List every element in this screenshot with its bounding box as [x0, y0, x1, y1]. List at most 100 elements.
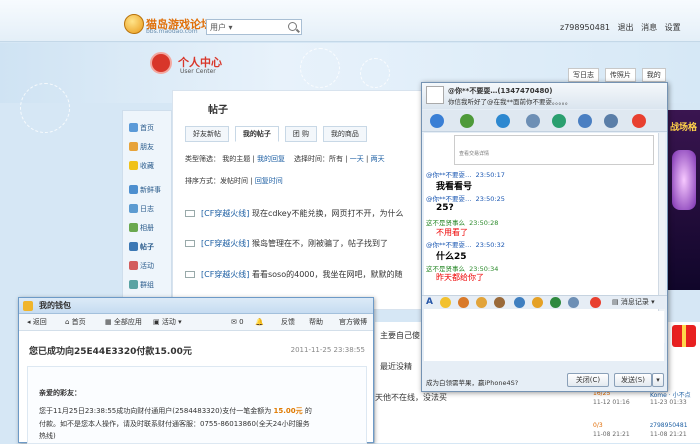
- sidebar-item-blog[interactable]: 日志: [129, 204, 154, 214]
- post-fragment[interactable]: 天他不在线，没法买: [375, 392, 447, 403]
- all-apps-button[interactable]: ▦ 全部应用: [105, 314, 142, 330]
- feedback-button[interactable]: 反馈: [281, 314, 295, 330]
- video-icon[interactable]: [430, 114, 444, 128]
- blog-icon: [129, 204, 138, 213]
- wallet-icon: [23, 301, 33, 311]
- payment-line-3: 热线): [39, 432, 56, 440]
- sort-post-time[interactable]: 发帖时间: [220, 177, 248, 185]
- app-icon[interactable]: [552, 114, 566, 128]
- settings-link[interactable]: 设置: [665, 23, 681, 32]
- write-blog-button[interactable]: 写日志: [568, 68, 599, 82]
- game-ad[interactable]: 战场格: [668, 110, 700, 290]
- home-icon: [129, 123, 138, 132]
- back-button[interactable]: ◂ 返回: [27, 314, 47, 330]
- sidebar-item-groups[interactable]: 群组: [129, 280, 154, 290]
- top-bar: 猫岛游戏论坛 bbs.maodao.com 用户 ▾ z798950481 退出…: [0, 0, 700, 42]
- bell-icon[interactable]: 🔔: [255, 314, 264, 330]
- sidebar-item-friends[interactable]: 朋友: [129, 142, 154, 152]
- sidebar: 首页 朋友 收藏 新鲜事 日志 相册 帖子 活动 群组: [122, 110, 172, 310]
- post-fragment[interactable]: 主要自己傻: [380, 330, 420, 341]
- tab-group-buy[interactable]: 团 购: [284, 126, 317, 142]
- search-icon[interactable]: [288, 22, 297, 31]
- chat-toolbar: [422, 110, 667, 132]
- pay-icon[interactable]: [590, 297, 601, 308]
- activity-icon: [129, 261, 138, 270]
- avatar[interactable]: [426, 86, 444, 104]
- file-icon[interactable]: [496, 114, 510, 128]
- logout-link[interactable]: 退出: [618, 23, 634, 32]
- music-icon[interactable]: [494, 297, 505, 308]
- search-type-select[interactable]: 用户 ▾: [210, 22, 233, 33]
- username-link[interactable]: z798950481: [560, 23, 610, 32]
- tab-my-goods[interactable]: 我的商品: [322, 126, 367, 142]
- gift-icon[interactable]: [672, 325, 696, 347]
- time-two-days[interactable]: 两天: [371, 155, 385, 163]
- gift-send-icon[interactable]: [476, 297, 487, 308]
- image-icon[interactable]: [514, 297, 525, 308]
- help-button[interactable]: 帮助: [309, 314, 323, 330]
- close-button[interactable]: 关闭(C): [567, 373, 609, 387]
- sidebar-item-news[interactable]: 新鲜事: [129, 185, 161, 195]
- settings-icon[interactable]: [604, 114, 618, 128]
- chat-header[interactable]: @你**不要耍…(1347470480) 你信我听好了@在我**面前你不要耍。。…: [422, 83, 667, 109]
- list-item[interactable]: [CF穿越火线] 现在cdkey不能兑换，网页打不开，为什么: [185, 208, 403, 219]
- post-fragment[interactable]: 最近没精: [380, 361, 412, 372]
- filter-my-replies[interactable]: 我的回复: [257, 155, 285, 163]
- message-count[interactable]: ✉ 0: [231, 314, 244, 330]
- home-button[interactable]: ⌂ 首页: [65, 314, 86, 330]
- screenshot-icon[interactable]: [550, 297, 561, 308]
- sort-reply-time[interactable]: 回复时间: [255, 177, 283, 185]
- payment-date: 2011-11-25 23:38:55: [290, 346, 365, 354]
- shake-icon[interactable]: [532, 297, 543, 308]
- messages-link[interactable]: 消息: [641, 23, 657, 32]
- font-icon[interactable]: A: [426, 297, 433, 307]
- voice-icon[interactable]: [460, 114, 474, 128]
- tab-my-posts[interactable]: 我的帖子: [234, 126, 279, 142]
- input-toolbar: A ▤ 消息记录 ▾: [422, 295, 667, 309]
- payment-body: [27, 366, 367, 444]
- message-input[interactable]: [424, 311, 664, 361]
- tab-friends-posts[interactable]: 好友新帖: [185, 126, 229, 142]
- wallet-titlebar[interactable]: 我的钱包: [19, 298, 373, 314]
- filter-my-topics[interactable]: 我的主题: [222, 155, 250, 163]
- send-button[interactable]: 发送(S): [614, 373, 652, 387]
- sidebar-item-posts[interactable]: 帖子: [129, 242, 154, 252]
- my-button[interactable]: 我的: [641, 68, 666, 82]
- wallet-window: 我的钱包 ◂ 返回 ⌂ 首页 ▦ 全部应用 ▣ 活动 ▾ ✉ 0 🔔 反馈 帮助…: [18, 297, 374, 444]
- user-bar: z798950481 退出 消息 设置: [560, 22, 686, 33]
- payment-line-1: 您于11月25日23:38:55成功向财付通用户(2584483320)支付一笔…: [39, 407, 312, 415]
- send-options-button[interactable]: ▾: [652, 373, 664, 387]
- site-logo[interactable]: 猫岛游戏论坛 bbs.maodao.com: [124, 14, 212, 36]
- time-one-day[interactable]: 一天: [350, 155, 364, 163]
- album-icon: [129, 223, 138, 232]
- message-history-button[interactable]: ▤ 消息记录 ▾: [612, 297, 655, 307]
- remote-icon[interactable]: [526, 114, 540, 128]
- payment-line-2: 付款。如不是您本人操作，请及时联系财付通客服：0755-86013860(全天2…: [39, 420, 310, 428]
- wallet-toolbar: ◂ 返回 ⌂ 首页 ▦ 全部应用 ▣ 活动 ▾ ✉ 0 🔔 反馈 帮助 官方微博: [19, 314, 373, 331]
- logo-monkey-icon: [124, 14, 144, 34]
- page-title: 帖子: [208, 105, 228, 116]
- envelope-icon: [185, 210, 195, 217]
- list-item[interactable]: [CF穿越火线] 猴岛管理在不，刚被骗了，帖子找到了: [185, 238, 388, 249]
- message-meta: 这不是贤事么 23:50:28: [426, 219, 499, 227]
- trade-card[interactable]: 查看交易详情: [454, 135, 654, 165]
- sidebar-item-album[interactable]: 相册: [129, 223, 154, 233]
- search-box[interactable]: 用户 ▾: [206, 19, 302, 35]
- sidebar-item-home[interactable]: 首页: [129, 123, 154, 133]
- weibo-button[interactable]: 官方微博: [339, 314, 367, 330]
- activity-button[interactable]: ▣ 活动 ▾: [153, 314, 182, 330]
- sidebar-item-activity[interactable]: 活动: [129, 261, 154, 271]
- emoji-icon[interactable]: [440, 297, 451, 308]
- wallet-title: 我的钱包: [39, 301, 71, 310]
- screen-icon[interactable]: [578, 114, 592, 128]
- sidebar-item-favorites[interactable]: 收藏: [129, 161, 154, 171]
- message-meta: @你**不要耍… 23:50:25: [426, 195, 505, 203]
- envelope-icon: [185, 240, 195, 247]
- tenpay-icon[interactable]: [632, 114, 646, 128]
- promo-note[interactable]: 成为白领需苹果，赢iPhone4S?: [426, 377, 518, 387]
- more-icon[interactable]: [568, 297, 579, 308]
- magic-icon[interactable]: [458, 297, 469, 308]
- list-item[interactable]: [CF穿越火线] 看看soso的4000，我坐在网吧，默默的随: [185, 269, 402, 280]
- upload-photo-button[interactable]: 传照片: [604, 68, 636, 82]
- payment-amount: 15.00元: [273, 407, 303, 415]
